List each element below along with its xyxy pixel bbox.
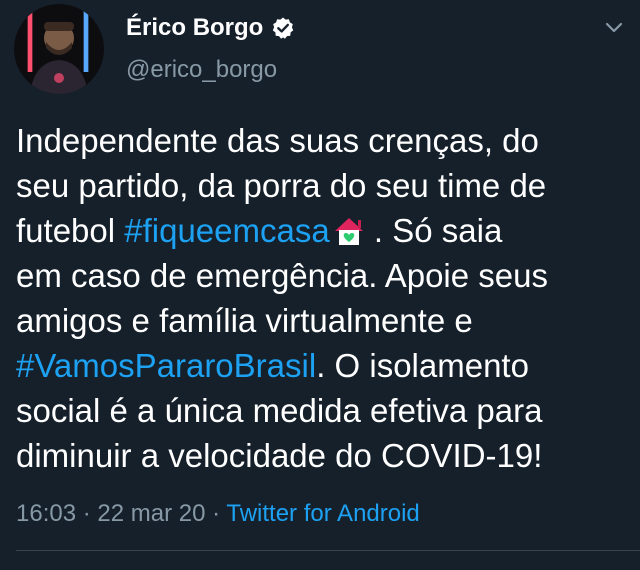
author-name-row[interactable]: Érico Borgo xyxy=(126,12,295,44)
tweet-text-segment: . Só saia xyxy=(364,212,503,249)
meta-separator: · xyxy=(76,500,98,527)
tweet-text-segment: em caso de emergência. Apoie seus xyxy=(16,257,548,294)
tweet-line: em caso de emergência. Apoie seus xyxy=(16,253,628,298)
avatar[interactable] xyxy=(14,4,104,94)
tweet-source-link[interactable]: Twitter for Android xyxy=(226,500,419,527)
tweet-text-segment: . O isolamento xyxy=(316,347,529,384)
tweet-line: social é a única medida efetiva para xyxy=(16,388,628,433)
hashtag-link[interactable]: #fiqueemcasa xyxy=(124,212,329,249)
tweet-time[interactable]: 16:03 xyxy=(16,500,76,527)
tweet-date[interactable]: 22 mar 20 xyxy=(97,500,205,527)
tweet-text-segment: amigos e família virtualmente e xyxy=(16,302,473,339)
display-name[interactable]: Érico Borgo xyxy=(126,14,263,42)
tweet-meta: 16:03 · 22 mar 20 · Twitter for Android xyxy=(16,500,420,528)
tweet-line: futebol #fiqueemcasa . Só saia xyxy=(16,208,628,253)
tweet-text-segment: Independente das suas crenças, do xyxy=(16,122,539,159)
tweet-text-segment: seu partido, da porra do seu time de xyxy=(16,167,547,204)
tweet-line: diminuir a velocidade do COVID-19! xyxy=(16,433,628,478)
user-handle[interactable]: @erico_borgo xyxy=(126,56,277,84)
tweet-line: seu partido, da porra do seu time de xyxy=(16,163,628,208)
house-with-heart-emoji xyxy=(333,212,365,245)
tweet-text: Independente das suas crenças, do seu pa… xyxy=(16,118,628,478)
tweet-text-segment: futebol xyxy=(16,212,125,249)
meta-separator: · xyxy=(205,500,227,527)
tweet-line: amigos e família virtualmente e xyxy=(16,298,628,343)
verified-badge-icon xyxy=(271,16,295,40)
chevron-down-icon[interactable] xyxy=(604,18,624,38)
tweet-text-segment: social é a única medida efetiva para xyxy=(16,392,543,429)
avatar-photo xyxy=(14,4,104,94)
tweet-text-segment: diminuir a velocidade do COVID-19! xyxy=(16,437,543,474)
divider xyxy=(16,550,640,551)
tweet-line: Independente das suas crenças, do xyxy=(16,118,628,163)
hashtag-link[interactable]: #VamosPararoBrasil xyxy=(16,347,316,384)
tweet-line: #VamosPararoBrasil. O isolamento xyxy=(16,343,628,388)
